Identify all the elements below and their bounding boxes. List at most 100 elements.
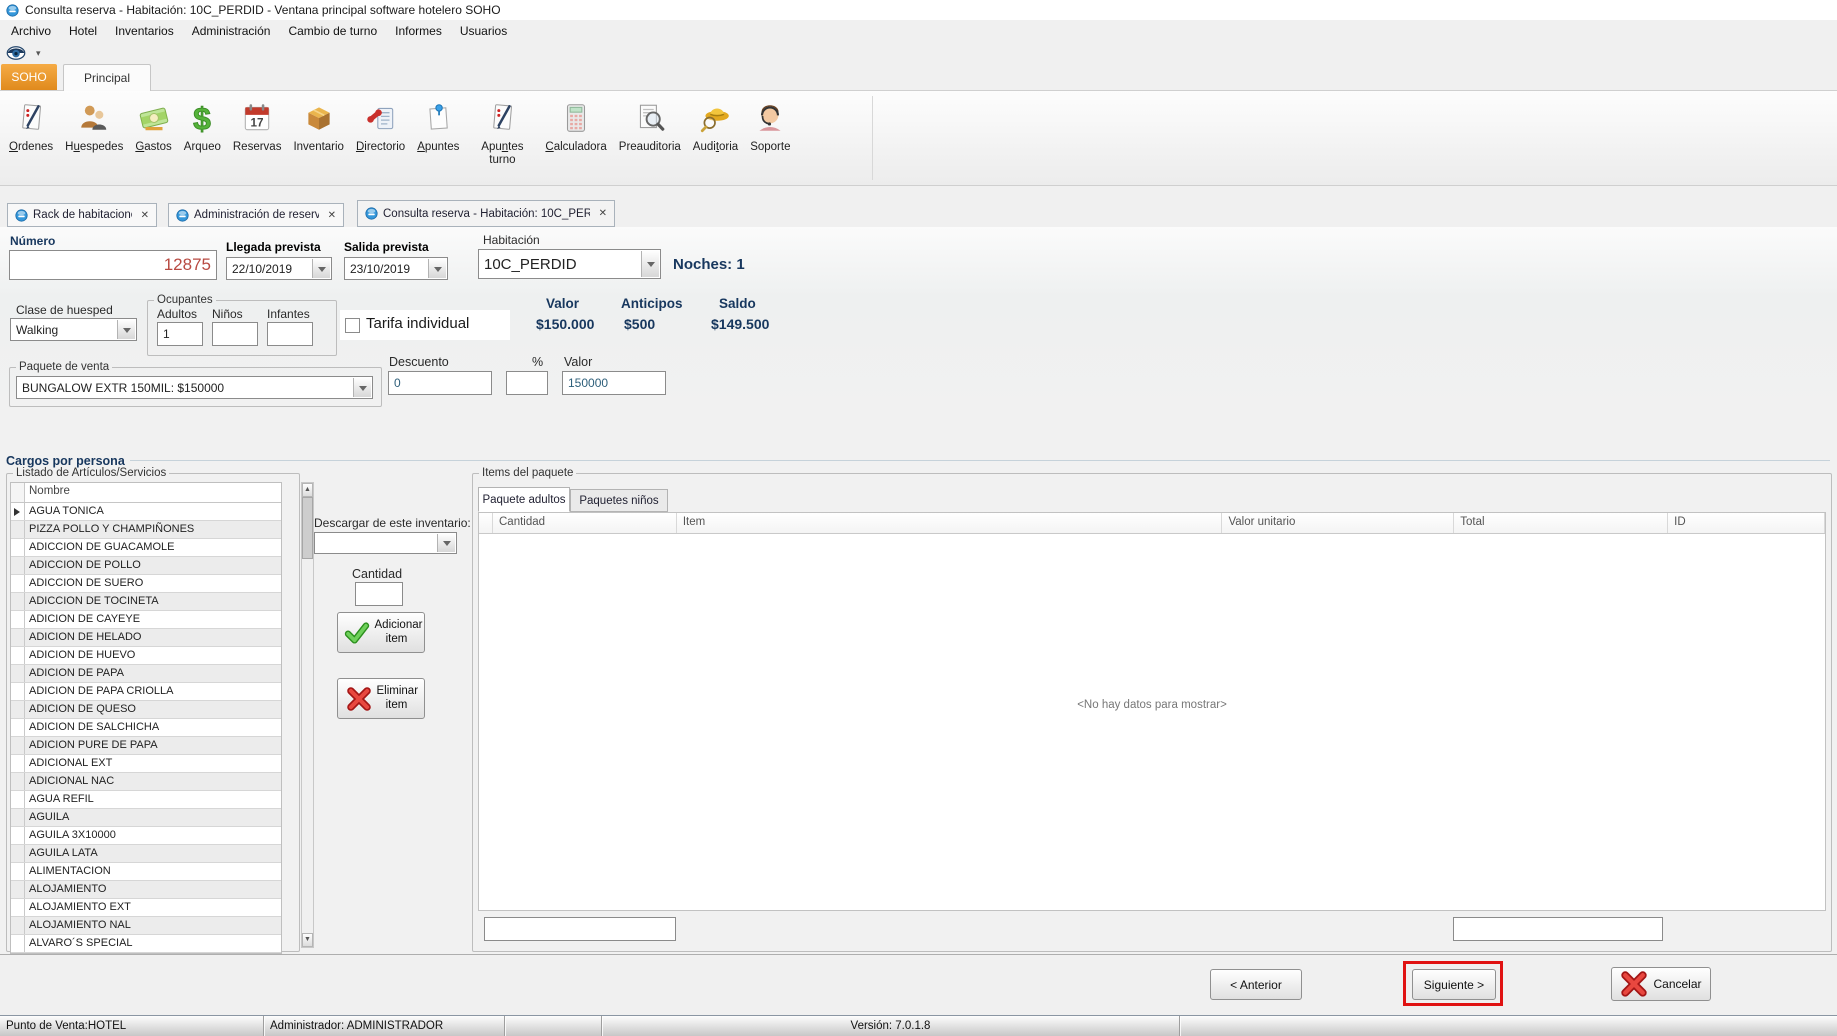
ribbon-item-ordenes[interactable]: Ordenes bbox=[3, 91, 59, 185]
grid-column-total[interactable]: Total bbox=[1454, 513, 1668, 533]
list-item[interactable]: ADICCION DE SUERO bbox=[11, 575, 281, 593]
descuento-label: Descuento bbox=[389, 355, 449, 369]
cantidad-input[interactable] bbox=[355, 582, 403, 606]
ribbon-item-reservas[interactable]: 17Reservas bbox=[227, 91, 288, 185]
list-item[interactable]: ADICION DE SALCHICHA bbox=[11, 719, 281, 737]
menu-item-informes[interactable]: Informes bbox=[386, 21, 451, 41]
cancelar-button[interactable]: Cancelar bbox=[1611, 967, 1711, 1001]
list-item[interactable]: ALOJAMIENTO bbox=[11, 881, 281, 899]
list-item[interactable]: ALVARO´S SPECIAL bbox=[11, 935, 281, 953]
ninos-input[interactable] bbox=[212, 322, 258, 346]
paquete-venta-select[interactable]: BUNGALOW EXTR 150MIL: $150000 bbox=[16, 376, 373, 399]
ribbon-item-huespedes[interactable]: Huespedes bbox=[59, 91, 129, 185]
dropdown-icon[interactable] bbox=[117, 320, 135, 339]
clase-huesped-select[interactable]: Walking bbox=[10, 318, 137, 341]
descargar-select[interactable] bbox=[314, 532, 457, 554]
ribbon-item-calculadora[interactable]: Calculadora bbox=[539, 91, 612, 185]
valor-paquete-input[interactable]: 150000 bbox=[562, 371, 666, 395]
ribbon-item-apuntes-turno[interactable]: Apuntes turno bbox=[465, 91, 539, 185]
list-item[interactable]: ALIMENTACION bbox=[11, 863, 281, 881]
list-item[interactable]: ALOJAMIENTO NAL bbox=[11, 917, 281, 935]
list-item[interactable]: AGUA REFIL bbox=[11, 791, 281, 809]
ribbon-item-gastos[interactable]: Gastos bbox=[129, 91, 177, 185]
list-item-label: AGUILA 3X10000 bbox=[25, 827, 281, 844]
tarifa-individual-checkbox[interactable] bbox=[345, 318, 360, 333]
document-tab-1[interactable]: Rack de habitaciones✕ bbox=[7, 203, 157, 227]
salida-select[interactable]: 23/10/2019 bbox=[344, 257, 448, 280]
grid-footer-left-input[interactable] bbox=[484, 917, 676, 941]
list-item[interactable]: AGUILA 3X10000 bbox=[11, 827, 281, 845]
grid-column-item[interactable]: Item bbox=[677, 513, 1223, 533]
menu-item-administraci-n[interactable]: Administración bbox=[183, 21, 280, 41]
list-scrollbar[interactable]: ▲ ▼ bbox=[301, 482, 314, 948]
list-item[interactable]: ADICION DE HUEVO bbox=[11, 647, 281, 665]
menu-item-usuarios[interactable]: Usuarios bbox=[451, 21, 516, 41]
scrollbar-thumb[interactable] bbox=[302, 497, 313, 559]
ribbon-app-button[interactable]: SOHO bbox=[1, 64, 57, 90]
grid-column-cantidad[interactable]: Cantidad bbox=[493, 513, 677, 533]
list-item[interactable]: AGUA TONICA bbox=[11, 503, 281, 521]
list-item[interactable]: ADICCION DE TOCINETA bbox=[11, 593, 281, 611]
list-item[interactable]: ADICCION DE GUACAMOLE bbox=[11, 539, 281, 557]
grid-column-valor-unitario[interactable]: Valor unitario bbox=[1222, 513, 1454, 533]
ribbon-item-directorio[interactable]: Directorio bbox=[350, 91, 411, 185]
ribbon-item-inventario[interactable]: Inventario bbox=[287, 91, 350, 185]
ribbon-item-preauditoria[interactable]: Preauditoria bbox=[613, 91, 687, 185]
menu-item-cambio-de-turno[interactable]: Cambio de turno bbox=[279, 21, 386, 41]
menu-item-hotel[interactable]: Hotel bbox=[60, 21, 106, 41]
close-icon[interactable]: ✕ bbox=[328, 210, 336, 221]
list-item[interactable]: ALOJAMIENTO EXT bbox=[11, 899, 281, 917]
list-item[interactable]: ADICCION DE POLLO bbox=[11, 557, 281, 575]
close-icon[interactable]: ✕ bbox=[141, 210, 149, 221]
dropdown-icon[interactable] bbox=[353, 378, 371, 397]
grid-column-id[interactable]: ID bbox=[1668, 513, 1825, 533]
list-item[interactable]: ADICION DE PAPA bbox=[11, 665, 281, 683]
tab-paquetes-ninos[interactable]: Paquetes niños bbox=[570, 489, 668, 512]
eye-icon[interactable] bbox=[6, 45, 26, 61]
dropdown-icon[interactable] bbox=[437, 534, 455, 552]
scroll-up-icon[interactable]: ▲ bbox=[302, 483, 313, 497]
infantes-input[interactable] bbox=[267, 322, 313, 346]
list-item[interactable]: ADICION DE HELADO bbox=[11, 629, 281, 647]
notes-icon bbox=[421, 98, 455, 138]
ribbon-item-arqueo[interactable]: $Arqueo bbox=[178, 91, 227, 185]
descuento-input[interactable]: 0 bbox=[388, 371, 492, 395]
list-item[interactable]: ADICION PURE DE PAPA bbox=[11, 737, 281, 755]
eliminar-item-label: Eliminar item bbox=[377, 685, 417, 711]
menu-item-inventarios[interactable]: Inventarios bbox=[106, 21, 183, 41]
close-icon[interactable]: ✕ bbox=[599, 208, 607, 219]
grid-footer-right-input[interactable] bbox=[1453, 917, 1663, 941]
eliminar-item-button[interactable]: Eliminar item bbox=[337, 678, 425, 719]
list-item[interactable]: ADICIONAL NAC bbox=[11, 773, 281, 791]
tab-paquete-adultos[interactable]: Paquete adultos bbox=[478, 487, 570, 512]
saldo-value: $149.500 bbox=[711, 316, 769, 332]
ribbon-item-auditoria[interactable]: Auditoria bbox=[687, 91, 744, 185]
list-item[interactable]: ADICION DE PAPA CRIOLLA bbox=[11, 683, 281, 701]
porcentaje-input[interactable] bbox=[506, 371, 548, 395]
ribbon-tab-principal[interactable]: Principal bbox=[63, 64, 151, 91]
habitacion-select[interactable]: 10C_PERDID bbox=[478, 249, 661, 279]
list-item[interactable]: AGUILA LATA bbox=[11, 845, 281, 863]
adicionar-item-button[interactable]: Adicionar item bbox=[337, 612, 425, 653]
ribbon-item-soporte[interactable]: Soporte bbox=[744, 91, 796, 185]
anterior-button[interactable]: < Anterior bbox=[1210, 969, 1302, 1000]
list-item[interactable]: ADICION DE QUESO bbox=[11, 701, 281, 719]
list-item[interactable]: PIZZA POLLO Y CHAMPIÑONES bbox=[11, 521, 281, 539]
dropdown-icon[interactable] bbox=[428, 259, 446, 278]
document-tab-2[interactable]: Administración de reservas✕ bbox=[168, 203, 344, 227]
ribbon-item-apuntes[interactable]: Apuntes bbox=[411, 91, 465, 185]
scroll-down-icon[interactable]: ▼ bbox=[302, 933, 313, 947]
document-tab-3[interactable]: Consulta reserva - Habitación: 10C_PERDI… bbox=[357, 200, 615, 227]
list-item[interactable]: ADICIONAL EXT bbox=[11, 755, 281, 773]
list-item[interactable]: AGUILA bbox=[11, 809, 281, 827]
menu-item-archivo[interactable]: Archivo bbox=[2, 21, 60, 41]
qat-dropdown-icon[interactable]: ▾ bbox=[36, 48, 41, 59]
numero-input[interactable]: 12875 bbox=[9, 250, 217, 280]
adultos-input[interactable]: 1 bbox=[157, 322, 203, 346]
list-item[interactable]: ADICION DE CAYEYE bbox=[11, 611, 281, 629]
dropdown-icon[interactable] bbox=[641, 251, 659, 277]
dropdown-icon[interactable] bbox=[312, 259, 330, 278]
ocupantes-group-label: Ocupantes bbox=[154, 294, 216, 306]
grid-selector-header[interactable] bbox=[479, 513, 493, 533]
llegada-select[interactable]: 22/10/2019 bbox=[226, 257, 332, 280]
